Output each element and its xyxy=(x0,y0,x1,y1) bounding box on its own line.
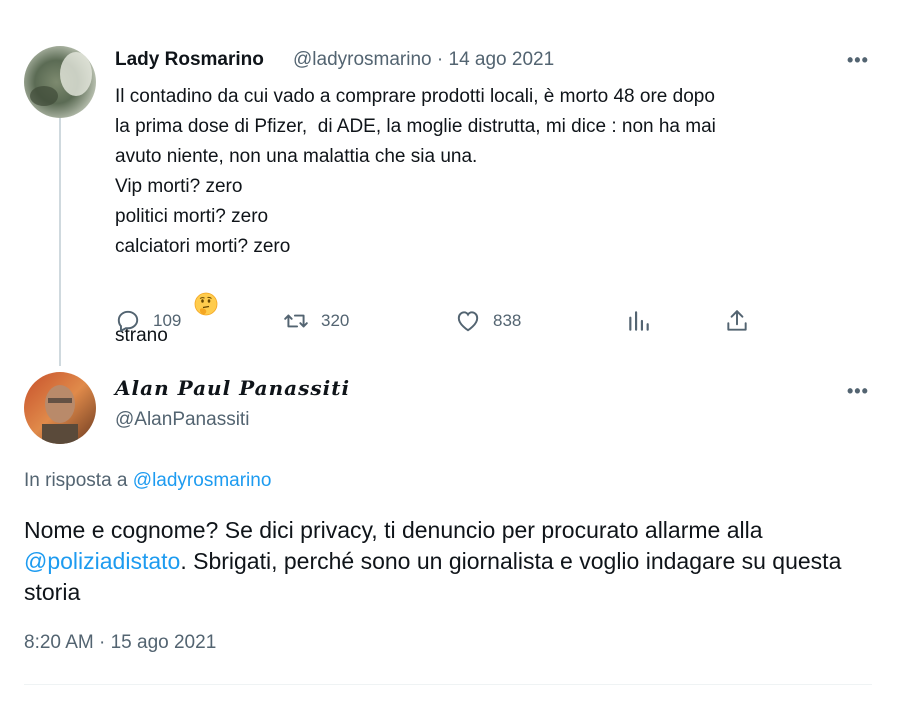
views-button[interactable] xyxy=(626,308,652,334)
divider xyxy=(24,684,872,685)
author-name[interactable]: Lady Rosmarino xyxy=(115,49,264,71)
retweet-count: 320 xyxy=(321,311,350,330)
reply-icon xyxy=(117,310,139,333)
reply-context: In risposta a @ladyrosmarino xyxy=(24,470,271,492)
retweet-icon xyxy=(284,314,308,328)
more-options-icon[interactable]: ••• xyxy=(847,381,869,402)
retweet-button[interactable]: 320 xyxy=(283,308,349,334)
tweet-line: calciatori morti? zero xyxy=(115,236,291,257)
analytics-icon xyxy=(629,311,649,331)
tweet-line: Vip morti? zero xyxy=(115,176,243,197)
more-options-icon[interactable]: ••• xyxy=(847,50,869,71)
like-button[interactable]: 838 xyxy=(455,308,521,334)
reply-to-handle-link[interactable]: @ladyrosmarino xyxy=(133,470,272,491)
mention-link[interactable]: @poliziadistato xyxy=(24,548,180,574)
author-handle-date[interactable]: @ladyrosmarino · 14 ago 2021 xyxy=(293,49,554,71)
thinking-face-emoji-icon xyxy=(173,262,218,316)
author-name[interactable]: Alan Paul Panassiti xyxy=(115,376,350,400)
share-button[interactable] xyxy=(724,308,750,334)
tweet-line: Il contadino da cui vado a comprare prod… xyxy=(115,86,715,107)
heart-icon xyxy=(457,311,479,332)
tweet-line: politici morti? zero xyxy=(115,206,269,227)
tweet-text-part: Nome e cognome? Se dici privacy, ti denu… xyxy=(24,517,763,543)
tweet-line: la prima dose di Pfizer, di ADE, la mogl… xyxy=(115,116,716,137)
avatar-alan-panassiti[interactable] xyxy=(24,372,96,444)
tweet-timestamp[interactable]: 8:20 AM · 15 ago 2021 xyxy=(24,632,216,654)
avatar-lady-rosmarino[interactable] xyxy=(24,46,96,118)
author-handle[interactable]: @AlanPanassiti xyxy=(115,409,249,431)
tweet-line-last: strano xyxy=(115,262,875,351)
like-count: 838 xyxy=(493,311,522,330)
reply-button[interactable]: 109 xyxy=(115,308,181,334)
tweet-text: Nome e cognome? Se dici privacy, ti denu… xyxy=(24,515,884,608)
tweet-line: avuto niente, non una malattia che sia u… xyxy=(115,146,478,167)
reply-prefix: In risposta a xyxy=(24,470,133,491)
reply-count: 109 xyxy=(153,311,182,330)
share-icon xyxy=(727,310,747,331)
thread-connector-line xyxy=(59,118,61,366)
